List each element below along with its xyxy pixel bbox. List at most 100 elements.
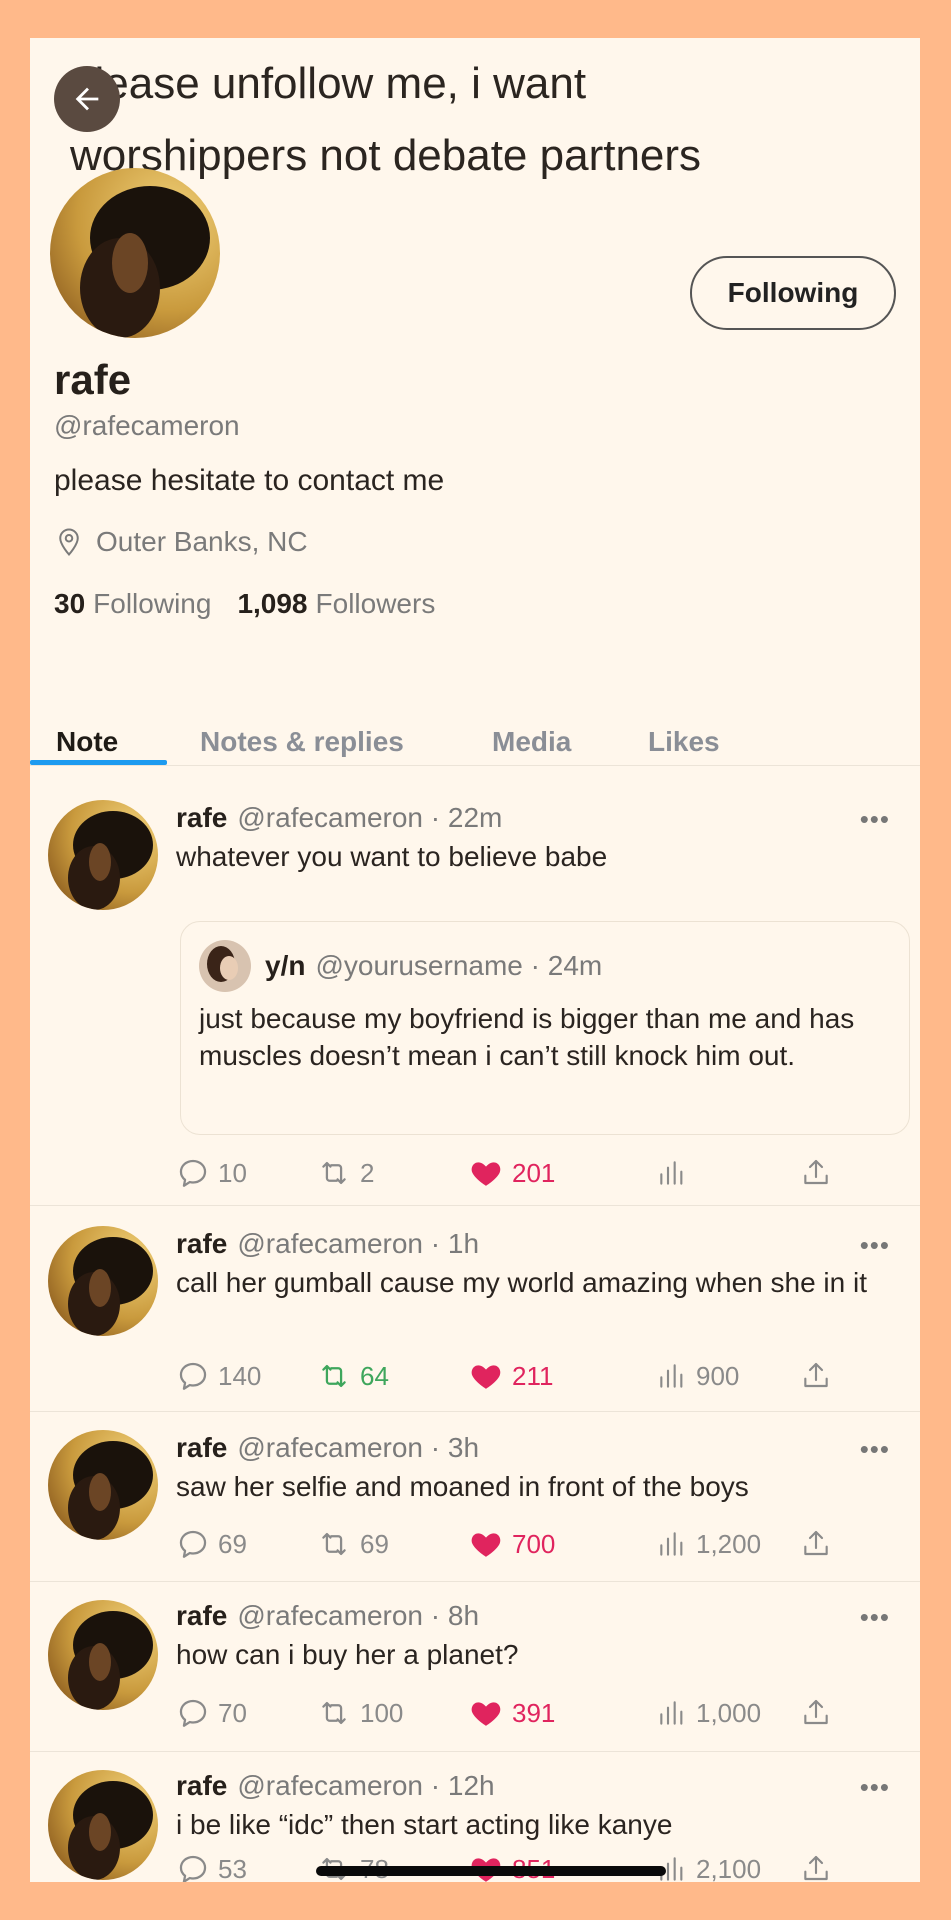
avatar[interactable]	[48, 1226, 158, 1336]
profile-stats: 30 Following 1,098 Followers	[54, 588, 435, 620]
views-button[interactable]	[656, 1156, 688, 1190]
avatar-image	[48, 1226, 158, 1336]
tweet-handle: @rafecameron	[237, 1770, 423, 1801]
back-button[interactable]	[54, 66, 120, 132]
tab-note[interactable]: Note	[56, 726, 118, 758]
reply-button[interactable]: 140	[176, 1359, 261, 1393]
avatar[interactable]	[48, 800, 158, 910]
separator: ·	[430, 1228, 441, 1259]
tweet-time: 22m	[447, 802, 503, 833]
separator: ·	[430, 802, 441, 833]
like-count: 700	[512, 1528, 556, 1559]
like-count: 211	[512, 1360, 554, 1391]
retweet-button[interactable]: 2	[316, 1156, 374, 1190]
views-button[interactable]: 1,200	[656, 1527, 761, 1561]
quote-author: y/n	[265, 950, 306, 981]
quote-text: just because my boyfriend is bigger than…	[199, 1003, 855, 1071]
retweet-button[interactable]: 100	[316, 1696, 403, 1730]
share-icon	[804, 1699, 828, 1725]
following-button[interactable]: Following	[690, 256, 896, 330]
like-button[interactable]: 201	[468, 1156, 555, 1190]
views-button[interactable]: 900	[656, 1359, 739, 1393]
tab-notes-replies[interactable]: Notes & replies	[200, 726, 404, 758]
more-icon[interactable]: •••	[860, 1772, 890, 1803]
more-icon[interactable]: •••	[860, 1230, 890, 1261]
quote-handle: @yourusername	[315, 950, 523, 981]
reply-button[interactable]: 69	[176, 1527, 247, 1561]
share-button[interactable]	[800, 1359, 832, 1393]
like-count: 391	[512, 1697, 556, 1728]
tweet-author: rafe	[176, 1228, 228, 1259]
retweet-count: 100	[360, 1697, 404, 1728]
location-text: Outer Banks, NC	[96, 526, 308, 557]
retweet-button[interactable]: 64	[316, 1359, 389, 1393]
share-button[interactable]	[800, 1527, 832, 1561]
following-label: Following	[93, 588, 212, 619]
quoted-tweet[interactable]: y/n @yourusername · 24m just because my b…	[180, 921, 910, 1135]
avatar[interactable]	[48, 1600, 158, 1710]
tweet-time: 12h	[447, 1770, 495, 1801]
tab-media[interactable]: Media	[492, 726, 571, 758]
heart-icon	[471, 1365, 501, 1389]
tweet[interactable]: rafe @rafecameron · 8h ••• how can i buy …	[30, 1581, 920, 1751]
retweet-icon	[322, 1364, 346, 1388]
like-button[interactable]: 211	[468, 1359, 553, 1393]
retweet-button[interactable]: 69	[316, 1527, 389, 1561]
tweet-text: how can i buy her a planet?	[176, 1639, 519, 1670]
avatar[interactable]	[48, 1430, 158, 1540]
like-button[interactable]: 700	[468, 1527, 555, 1561]
profile-handle: @rafecameron	[54, 410, 240, 441]
share-button[interactable]	[800, 1696, 832, 1730]
tweet-actions: 70 100 391 1,000	[176, 1696, 876, 1736]
reply-icon	[179, 1855, 207, 1882]
reply-icon	[179, 1159, 207, 1187]
home-indicator[interactable]	[316, 1866, 666, 1876]
avatar-image	[48, 1430, 158, 1540]
profile-bio: please hesitate to contact me	[54, 464, 445, 497]
reply-icon	[179, 1530, 207, 1558]
tweet-header: rafe @rafecameron · 22m	[176, 802, 502, 834]
tweet[interactable]: rafe @rafecameron · 1h ••• call her gumba…	[30, 1205, 920, 1411]
tweet-handle: @rafecameron	[237, 1228, 423, 1259]
reply-button[interactable]: 70	[176, 1696, 247, 1730]
more-icon[interactable]: •••	[860, 1434, 890, 1465]
share-button[interactable]	[800, 1852, 832, 1882]
retweet-count: 69	[360, 1528, 389, 1559]
reply-button[interactable]: 10	[176, 1156, 247, 1190]
retweet-icon	[322, 1161, 346, 1185]
header-banner-text: please unfollow me, i want worshippers n…	[70, 59, 702, 180]
avatar[interactable]	[48, 1770, 158, 1880]
retweet-icon	[322, 1701, 346, 1725]
separator: ·	[530, 950, 540, 981]
views-button[interactable]: 2,100	[656, 1852, 761, 1882]
tweet-header: rafe @rafecameron · 1h	[176, 1228, 479, 1260]
tweet-time: 1h	[447, 1228, 480, 1259]
views-count: 900	[696, 1360, 740, 1391]
avatar-image	[48, 1770, 158, 1880]
like-button[interactable]: 391	[468, 1696, 555, 1730]
followers-stat[interactable]: 1,098 Followers	[237, 588, 435, 620]
tweet[interactable]: rafe @rafecameron · 22m ••• whatever you …	[30, 765, 920, 1205]
views-button[interactable]: 1,000	[656, 1696, 761, 1730]
tab-likes[interactable]: Likes	[648, 726, 720, 758]
profile-name: rafe	[54, 356, 132, 403]
views-count: 2,100	[696, 1853, 762, 1883]
share-button[interactable]	[800, 1156, 832, 1190]
analytics-icon	[660, 1701, 683, 1725]
profile-location: Outer Banks, NC	[54, 526, 308, 558]
profile-avatar[interactable]	[50, 168, 220, 338]
tweet-text: call her gumball cause my world amazing …	[176, 1267, 867, 1298]
heart-icon	[471, 1702, 501, 1726]
heart-icon	[471, 1162, 501, 1186]
followers-count: 1,098	[237, 588, 308, 619]
retweet-count: 64	[360, 1360, 389, 1391]
tweet[interactable]: rafe @rafecameron · 3h ••• saw her selfie…	[30, 1411, 920, 1581]
share-icon	[804, 1362, 828, 1388]
more-icon[interactable]: •••	[860, 804, 890, 835]
tweet-header: rafe @rafecameron · 8h	[176, 1600, 479, 1632]
following-stat[interactable]: 30 Following	[54, 588, 211, 620]
reply-button[interactable]: 53	[176, 1852, 247, 1882]
tweet[interactable]: rafe @rafecameron · 12h ••• i be like “id…	[30, 1751, 920, 1882]
quote-avatar	[199, 940, 251, 992]
more-icon[interactable]: •••	[860, 1602, 890, 1633]
